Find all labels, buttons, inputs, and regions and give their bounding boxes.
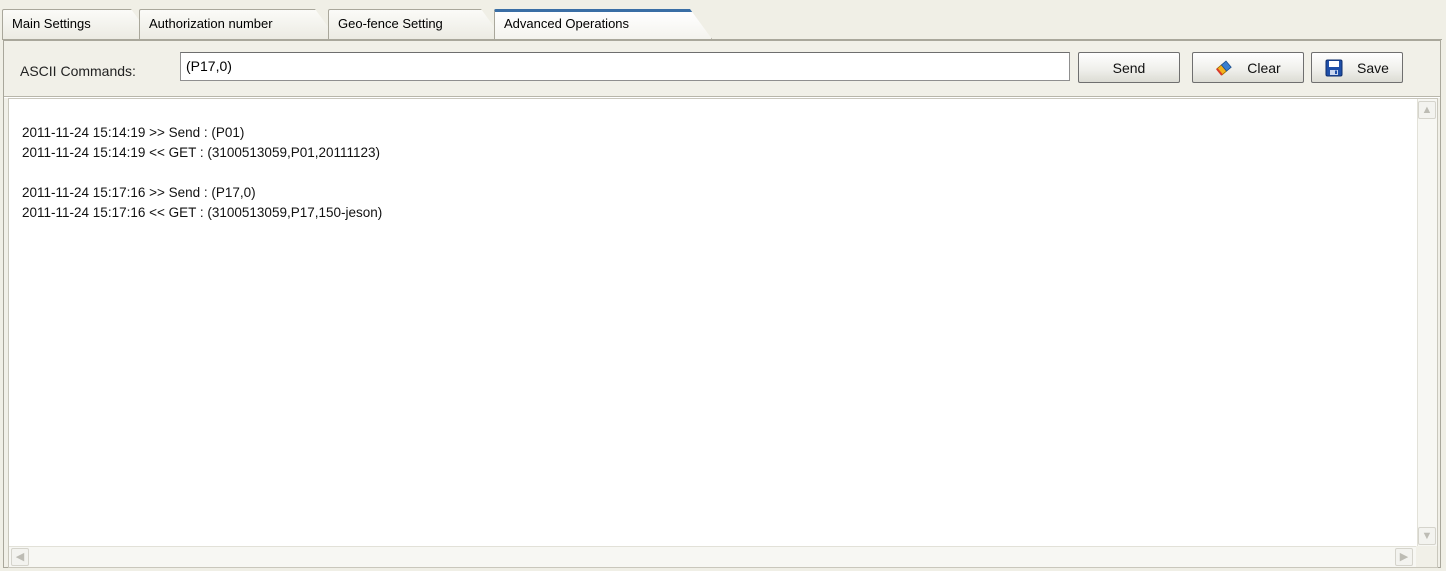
- tab-geo-fence-setting[interactable]: Geo-fence Setting: [328, 9, 503, 39]
- log-line: 2011-11-24 15:17:16 >> Send : (P17,0): [22, 185, 256, 200]
- scroll-up-icon[interactable]: ▲: [1418, 101, 1436, 119]
- horizontal-scrollbar[interactable]: ◀ ▶: [9, 546, 1437, 567]
- log-line: 2011-11-24 15:14:19 >> Send : (P01): [22, 125, 245, 140]
- tab-main-settings[interactable]: Main Settings: [2, 9, 153, 39]
- scroll-left-icon[interactable]: ◀: [11, 548, 29, 566]
- ascii-commands-label: ASCII Commands:: [20, 63, 136, 79]
- send-button-label: Send: [1112, 59, 1146, 76]
- command-log[interactable]: 2011-11-24 15:14:19 >> Send : (P01) 2011…: [8, 98, 1438, 568]
- clear-button-label: Clear: [1247, 59, 1281, 76]
- eraser-icon: [1215, 59, 1233, 77]
- log-line: 2011-11-24 15:17:16 << GET : (3100513059…: [22, 205, 383, 220]
- floppy-disk-icon: [1325, 59, 1343, 77]
- log-text: 2011-11-24 15:14:19 >> Send : (P01) 2011…: [22, 123, 1402, 223]
- window: Main Settings Authorization number Geo-f…: [0, 0, 1446, 571]
- vertical-scrollbar[interactable]: ▲ ▼: [1417, 99, 1437, 547]
- clear-button[interactable]: Clear: [1192, 52, 1304, 83]
- tab-authorization-number[interactable]: Authorization number: [139, 9, 337, 39]
- save-button[interactable]: Save: [1311, 52, 1403, 83]
- log-line: 2011-11-24 15:14:19 << GET : (3100513059…: [22, 145, 381, 160]
- scroll-down-icon[interactable]: ▼: [1418, 527, 1436, 545]
- scroll-right-icon[interactable]: ▶: [1395, 548, 1413, 566]
- ascii-command-input[interactable]: (P17,0): [180, 52, 1070, 81]
- tab-advanced-operations[interactable]: Advanced Operations: [494, 9, 712, 39]
- tab-bar: Main Settings Authorization number Geo-f…: [2, 9, 1442, 39]
- advanced-operations-panel: ASCII Commands: (P17,0) Send Clear Save …: [3, 40, 1441, 568]
- save-button-label: Save: [1357, 59, 1389, 76]
- scrollbar-corner: [1416, 546, 1437, 567]
- send-button[interactable]: Send: [1078, 52, 1180, 83]
